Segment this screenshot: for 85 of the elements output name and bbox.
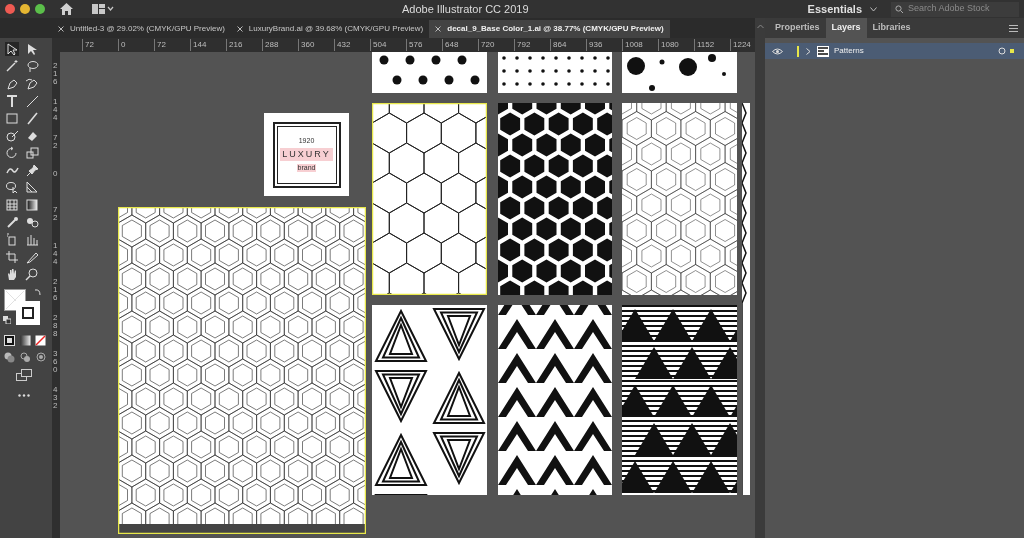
none-mode-icon[interactable]	[35, 335, 46, 346]
gradient-icon[interactable]	[25, 197, 39, 212]
zoom-icon[interactable]	[25, 266, 39, 281]
document-tab[interactable]: Untitled-3 @ 29.02% (CMYK/GPU Preview)	[52, 20, 231, 38]
layout-icon[interactable]	[92, 4, 114, 14]
ruler-label: 0	[53, 170, 59, 178]
chevron-up-icon	[756, 24, 764, 29]
ruler-label: 1080	[658, 39, 679, 51]
ruler-label: 504	[370, 39, 387, 51]
gradient-mode-icon[interactable]	[20, 335, 31, 346]
menu-icon[interactable]	[1009, 25, 1018, 32]
chevron-right-icon[interactable]	[806, 47, 811, 55]
search-icon	[895, 4, 905, 14]
home-icon[interactable]	[60, 3, 73, 15]
wand-icon[interactable]	[5, 59, 19, 74]
brush-icon[interactable]	[25, 111, 39, 126]
document-tab[interactable]: decal_9_Base Color_1.ai @ 38.77% (CMYK/GPU Preview)	[429, 20, 670, 38]
scroll-bar[interactable]	[755, 18, 765, 538]
window-title: Adobe Illustrator CC 2019	[402, 2, 529, 17]
eyedropper-icon[interactable]	[5, 215, 19, 229]
color-mode-icon[interactable]	[4, 335, 15, 346]
ruler-label: 144	[53, 242, 59, 266]
ruler-label: 288	[262, 39, 279, 51]
ruler-label: 648	[442, 39, 459, 51]
selection-arrow-icon[interactable]	[5, 42, 19, 56]
ruler-label: 72	[53, 134, 59, 150]
blend-icon[interactable]	[25, 215, 39, 229]
ruler-label: 720	[478, 39, 495, 51]
workspace-switcher[interactable]: Essentials	[807, 0, 877, 18]
pin-icon[interactable]	[25, 163, 39, 178]
document-tab[interactable]: LuxuryBrand.ai @ 39.68% (CMYK/GPU Preview)	[230, 20, 430, 38]
ruler-label: 144	[53, 98, 59, 122]
ruler-label: 144	[190, 39, 207, 51]
layer-name: Patterns	[834, 45, 864, 57]
ruler-label: 216	[53, 62, 59, 86]
arrow-icon[interactable]	[25, 42, 39, 56]
logo-title: LUXURY	[280, 147, 333, 162]
rotate-icon[interactable]	[5, 145, 19, 160]
ruler-label: 1008	[622, 39, 643, 51]
scale-icon[interactable]	[25, 145, 39, 160]
close-icon[interactable]	[58, 26, 64, 32]
screen-mode-icon[interactable]	[16, 369, 32, 381]
rectangle-icon[interactable]	[5, 111, 19, 126]
ruler-label: 432	[334, 39, 351, 51]
close-icon[interactable]	[236, 26, 243, 32]
ruler-label: 216	[226, 39, 243, 51]
type-icon[interactable]	[5, 93, 19, 108]
ruler-label: 72	[154, 39, 166, 51]
ruler-label: 864	[550, 39, 567, 51]
ruler-label: 72	[53, 206, 59, 222]
minimize-button[interactable]	[20, 4, 30, 14]
fill-stroke-swatches[interactable]	[4, 289, 40, 325]
lasso-icon[interactable]	[25, 59, 39, 74]
ruler-label: 936	[586, 39, 603, 51]
ruler-label: 432	[53, 386, 59, 410]
ruler-label: 72	[82, 39, 94, 51]
close-button[interactable]	[5, 4, 15, 14]
ruler-label: 792	[514, 39, 531, 51]
ruler-label: 0	[118, 39, 126, 51]
ruler-label: 360	[53, 350, 59, 374]
layer-thumbnail	[817, 45, 829, 57]
ruler-label: 1224	[730, 39, 751, 51]
ruler-label: 576	[406, 39, 423, 51]
more-icon[interactable]	[18, 394, 30, 397]
eye-icon[interactable]	[772, 47, 783, 55]
chevron-down-icon	[870, 6, 877, 12]
line-icon[interactable]	[25, 93, 39, 108]
target-circle-icon[interactable]	[998, 47, 1006, 55]
curvature-pen-icon[interactable]	[25, 76, 39, 91]
layer-row[interactable]: Patterns	[765, 43, 1024, 59]
bar-chart-icon[interactable]	[25, 232, 39, 247]
panel-tab[interactable]: Properties	[769, 18, 826, 38]
search-field[interactable]: Search Adobe Stock	[891, 1, 1019, 17]
panel-tab[interactable]: Libraries	[866, 18, 917, 38]
hand-icon[interactable]	[5, 266, 19, 281]
ruler-label: 288	[53, 314, 59, 338]
ruler-label: 216	[53, 278, 59, 302]
ruler-label: 1152	[694, 39, 715, 51]
default-colors-icon[interactable]	[3, 316, 11, 324]
maximize-button[interactable]	[35, 4, 45, 14]
ruler-label: 360	[298, 39, 315, 51]
search-input: Search Adobe Stock	[908, 2, 1013, 16]
panel-tab[interactable]: Layers	[825, 18, 867, 38]
mesh-icon[interactable]	[5, 197, 19, 212]
close-icon[interactable]	[435, 26, 442, 32]
